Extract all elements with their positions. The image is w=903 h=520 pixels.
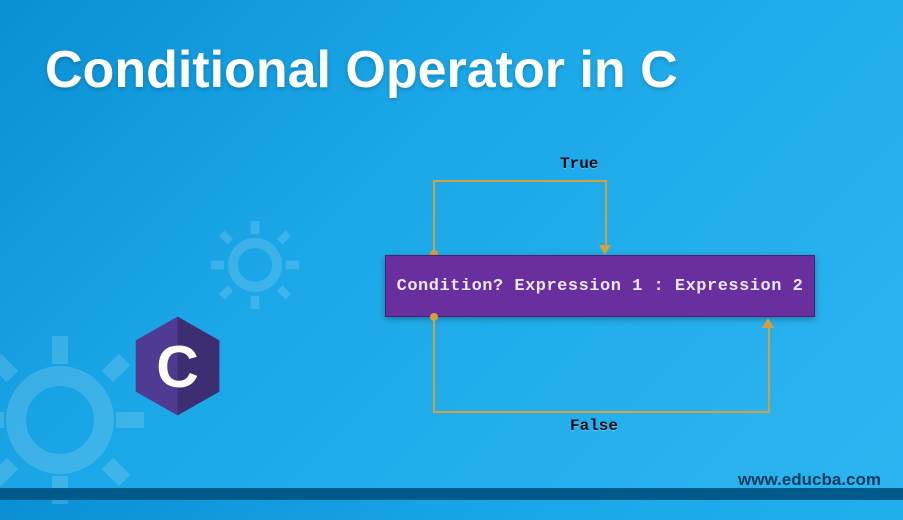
watermark: www.educba.com [738, 470, 881, 490]
flow-line [605, 180, 607, 247]
conditional-operator-diagram: True Condition? Expression 1 : Expressio… [370, 155, 830, 445]
arrow-up-icon [762, 318, 774, 328]
false-label: False [570, 417, 618, 435]
c-language-logo: C [130, 312, 225, 420]
flow-line [433, 317, 435, 413]
arrow-down-icon [599, 245, 611, 255]
flow-line [768, 327, 770, 413]
true-label: True [560, 155, 598, 173]
flow-line [433, 180, 607, 182]
syntax-box: Condition? Expression 1 : Expression 2 [385, 255, 815, 317]
gear-icon [200, 210, 310, 320]
flow-line [433, 180, 435, 254]
flow-line [433, 411, 770, 413]
page-title: Conditional Operator in C [45, 40, 678, 100]
syntax-text: Condition? Expression 1 : Expression 2 [397, 277, 804, 296]
c-logo-letter: C [156, 335, 199, 400]
